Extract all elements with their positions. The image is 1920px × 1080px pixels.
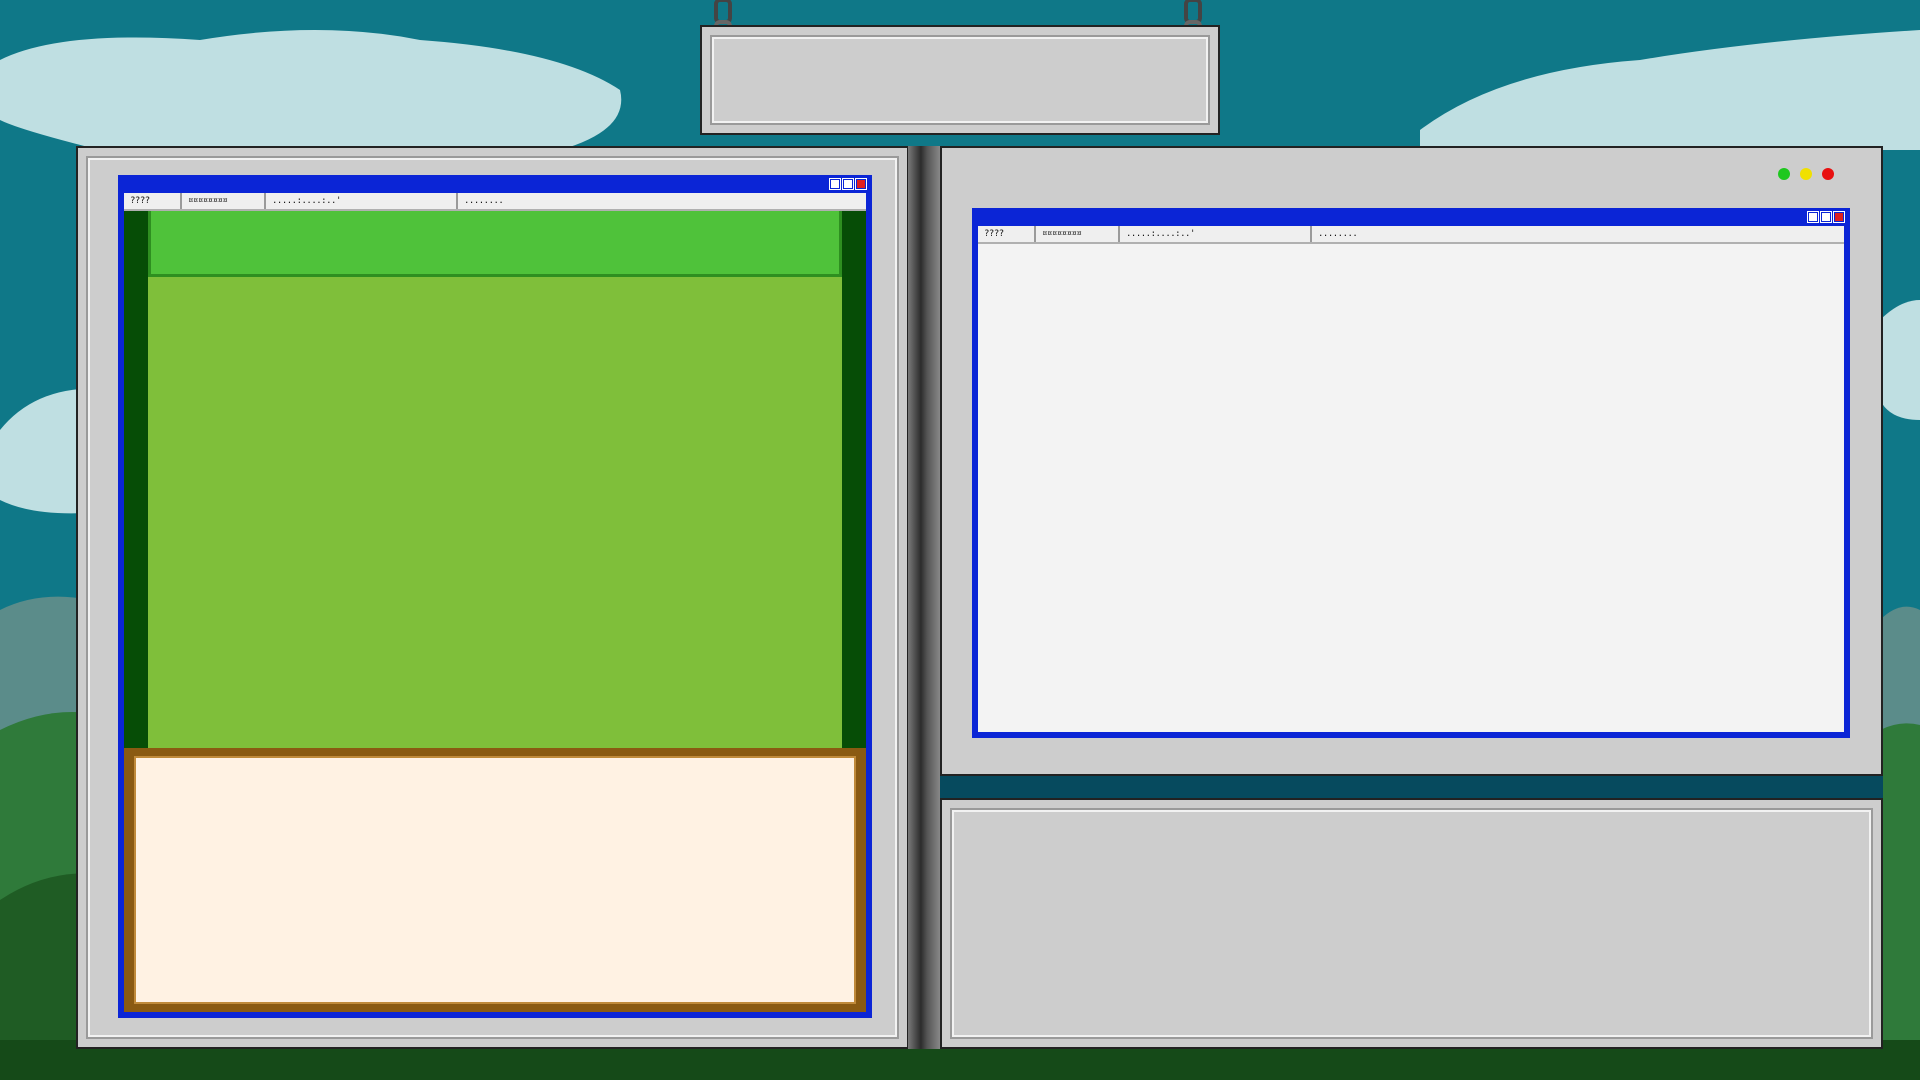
tab-4[interactable]: ........ bbox=[458, 193, 866, 209]
game-content-area[interactable] bbox=[148, 277, 842, 748]
panel-divider bbox=[908, 146, 940, 1049]
minimize-icon[interactable] bbox=[829, 178, 841, 190]
maximize-icon[interactable] bbox=[842, 178, 854, 190]
panel-separator bbox=[940, 776, 1883, 798]
right-bottom-panel bbox=[940, 798, 1883, 1049]
tab-2[interactable]: ¤¤¤¤¤¤¤¤ bbox=[1036, 226, 1120, 242]
tab-1[interactable]: ???? bbox=[978, 226, 1036, 242]
left-game-window[interactable]: ???? ¤¤¤¤¤¤¤¤ .....:....:..' ........ bbox=[118, 175, 872, 1018]
tab-3[interactable]: .....:....:..' bbox=[266, 193, 458, 209]
green-header-bar bbox=[148, 211, 842, 277]
minimize-icon[interactable] bbox=[1807, 211, 1819, 223]
right-browser-window[interactable]: ???? ¤¤¤¤¤¤¤¤ .....:....:..' ........ bbox=[972, 208, 1850, 738]
game-viewport[interactable] bbox=[124, 211, 866, 748]
window-tab-bar: ???? ¤¤¤¤¤¤¤¤ .....:....:..' ........ bbox=[124, 193, 866, 211]
dialog-box[interactable] bbox=[124, 748, 866, 1012]
window-content-area[interactable] bbox=[978, 244, 1844, 732]
hanging-sign-board bbox=[700, 25, 1220, 135]
maximize-icon[interactable] bbox=[1820, 211, 1832, 223]
tab-1[interactable]: ???? bbox=[124, 193, 182, 209]
window-titlebar[interactable] bbox=[124, 178, 867, 193]
window-titlebar[interactable] bbox=[978, 211, 1845, 226]
status-light-yellow bbox=[1800, 168, 1812, 180]
tab-2[interactable]: ¤¤¤¤¤¤¤¤ bbox=[182, 193, 266, 209]
tab-3[interactable]: .....:....:..' bbox=[1120, 226, 1312, 242]
window-tab-bar: ???? ¤¤¤¤¤¤¤¤ .....:....:..' ........ bbox=[978, 226, 1844, 244]
close-icon[interactable] bbox=[1833, 211, 1845, 223]
status-light-red bbox=[1822, 168, 1834, 180]
tab-4[interactable]: ........ bbox=[1312, 226, 1844, 242]
dialog-text bbox=[134, 756, 856, 1004]
close-icon[interactable] bbox=[855, 178, 867, 190]
status-light-green bbox=[1778, 168, 1790, 180]
